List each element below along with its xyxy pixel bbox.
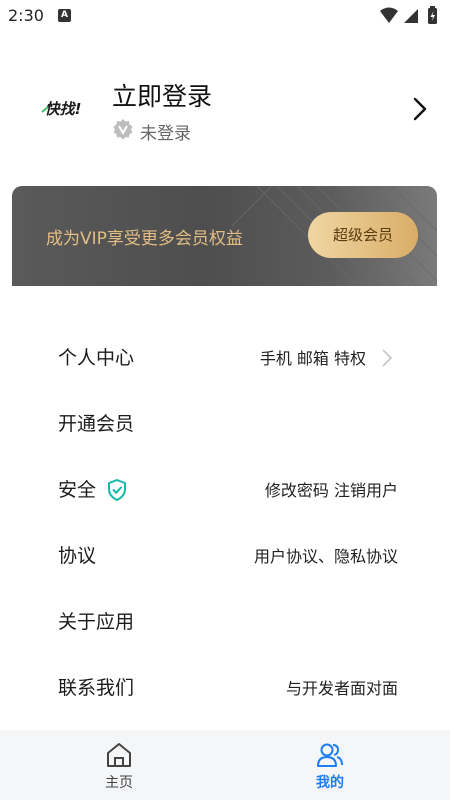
- menu-item-label: 安全: [58, 479, 97, 501]
- status-bar: 2:30 A: [0, 0, 450, 32]
- menu-item-contact-us[interactable]: 联系我们 与开发者面对面: [0, 659, 450, 715]
- menu-item-value: 手机 邮箱 特权: [259, 349, 366, 368]
- menu-item-label: 个人中心: [58, 347, 135, 369]
- nav-label-mine: 我的: [316, 775, 344, 791]
- login-status-text: 未登录: [140, 124, 191, 144]
- menu-item-security[interactable]: 安全 修改密码 注销用户: [0, 461, 450, 517]
- shield-check-icon: [108, 479, 126, 501]
- verified-badge-icon: [113, 119, 133, 140]
- signal-icon: [404, 9, 418, 23]
- users-icon: [317, 743, 343, 767]
- menu-item-open-vip[interactable]: 开通会员: [0, 395, 450, 451]
- wifi-icon: [380, 7, 398, 23]
- menu-item-label: 协议: [58, 545, 97, 567]
- status-time: 2:30: [8, 6, 44, 25]
- vip-banner[interactable]: 成为VIP享受更多会员权益 超级会员: [12, 186, 437, 286]
- menu-item-value: 用户协议、隐私协议: [253, 547, 398, 566]
- status-icons: [380, 6, 437, 24]
- menu-item-label: 开通会员: [58, 413, 135, 435]
- menu-item-label: 联系我们: [58, 677, 135, 699]
- menu-item-value: 修改密码 注销用户: [264, 481, 398, 500]
- nav-item-home[interactable]: 主页: [59, 730, 179, 800]
- menu-item-label: 关于应用: [58, 611, 135, 633]
- avatar-logo: 快找!: [41, 100, 82, 118]
- notification-icon: A: [58, 9, 71, 22]
- menu-item-about-app[interactable]: 关于应用: [0, 593, 450, 649]
- menu-item-personal-center[interactable]: 个人中心 手机 邮箱 特权: [0, 329, 450, 385]
- menu-item-agreement[interactable]: 协议 用户协议、隐私协议: [0, 527, 450, 583]
- chevron-right-icon: [382, 349, 393, 367]
- menu-item-value: 与开发者面对面: [285, 679, 398, 698]
- bottom-nav: 主页 我的: [0, 730, 450, 800]
- super-member-button[interactable]: 超级会员: [308, 212, 418, 258]
- login-title[interactable]: 立即登录: [112, 77, 212, 113]
- chevron-right-icon[interactable]: [410, 96, 430, 122]
- battery-icon: [428, 6, 437, 24]
- home-icon: [107, 743, 131, 767]
- vip-promo-text: 成为VIP享受更多会员权益: [46, 229, 243, 249]
- nav-label-home: 主页: [105, 775, 133, 791]
- nav-item-mine[interactable]: 我的: [270, 730, 390, 800]
- avatar-logo-text: 快找!: [45, 100, 82, 118]
